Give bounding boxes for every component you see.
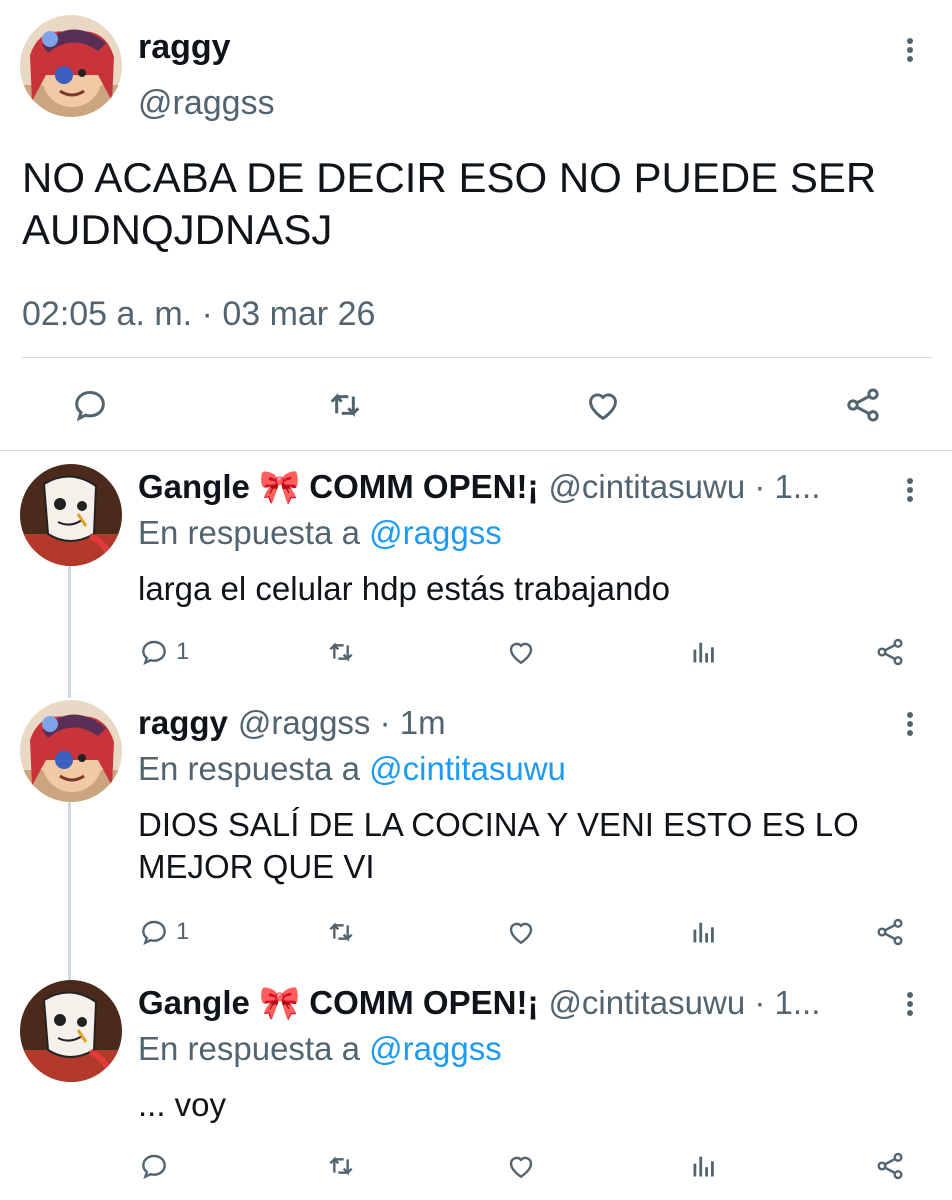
reply-context: En respuesta a @cintitasuwu [138, 750, 566, 788]
more-options-icon[interactable] [900, 36, 920, 66]
author-name[interactable]: raggy [138, 28, 231, 67]
author-handle[interactable]: @raggss · 1m [238, 704, 446, 742]
tweet-text: ... voy [138, 1086, 227, 1123]
author-handle[interactable]: @cintitasuwu · 1... [548, 468, 820, 506]
tweet-text: NO ACABA DE DECIR ESO NO PUEDE SER AUDNQ… [22, 152, 876, 256]
like-icon[interactable] [582, 385, 624, 425]
share-icon[interactable] [843, 385, 883, 425]
author-name[interactable]: raggy [138, 704, 228, 742]
reply-icon [142, 640, 166, 665]
retweet-icon[interactable] [325, 385, 365, 425]
analytics-icon[interactable] [690, 638, 718, 666]
analytics-icon[interactable] [690, 1152, 718, 1180]
reply-context: En respuesta a @raggss [138, 1030, 502, 1068]
author-name[interactable]: Gangle 🎀 COMM OPEN!¡ [138, 468, 538, 507]
tweet-timestamp[interactable]: 02:05 a. m. · 03 mar 26 [22, 295, 375, 334]
reply-icon[interactable] [138, 1150, 170, 1182]
more-options-icon[interactable] [900, 710, 920, 740]
reply-button[interactable]: 1 [138, 636, 189, 668]
tweet-text-line: MEJOR QUE VI [138, 848, 375, 885]
share-icon[interactable] [874, 1150, 906, 1182]
reply-header: raggy @raggss · 1m [138, 704, 878, 742]
thread-line [68, 802, 71, 980]
tweet-text-line: DIOS SALÍ DE LA COCINA Y VENI ESTO ES LO [138, 806, 859, 843]
mention-link[interactable]: @raggss [369, 514, 502, 551]
reply-context: En respuesta a @raggss [138, 514, 502, 552]
author-handle[interactable]: @raggss [138, 84, 275, 123]
divider [22, 357, 932, 358]
reply-icon [142, 920, 166, 945]
avatar[interactable] [20, 700, 122, 802]
tweet-text-line: NO ACABA DE DECIR ESO NO PUEDE SER [22, 154, 877, 201]
reply-count: 1 [176, 638, 190, 665]
mention-link[interactable]: @cintitasuwu [369, 750, 566, 787]
reply-header: Gangle 🎀 COMM OPEN!¡ @cintitasuwu · 1... [138, 468, 878, 507]
retweet-icon[interactable] [324, 636, 358, 668]
mention-link[interactable]: @raggss [369, 1030, 502, 1067]
tweet-text-line: AUDNQJDNASJ [22, 206, 333, 253]
more-options-icon[interactable] [900, 476, 920, 506]
reply-button[interactable]: 1 [138, 916, 189, 948]
reply-prefix: En respuesta a [138, 750, 360, 787]
analytics-icon[interactable] [690, 918, 718, 946]
share-icon[interactable] [874, 636, 906, 668]
like-icon[interactable] [504, 636, 538, 668]
share-icon[interactable] [874, 916, 906, 948]
avatar[interactable] [20, 464, 122, 566]
reply-count: 1 [176, 918, 190, 945]
divider [0, 450, 952, 451]
avatar[interactable] [20, 980, 122, 1082]
retweet-icon[interactable] [324, 916, 358, 948]
tweet-text: larga el celular hdp estás trabajando [138, 570, 671, 607]
author-name[interactable]: Gangle 🎀 COMM OPEN!¡ [138, 984, 538, 1023]
more-options-icon[interactable] [900, 990, 920, 1020]
reply-prefix: En respuesta a [138, 514, 360, 551]
reply-icon[interactable] [70, 385, 110, 425]
thread-line [68, 566, 71, 698]
avatar[interactable] [20, 15, 122, 117]
like-icon[interactable] [504, 1150, 538, 1182]
like-icon[interactable] [504, 916, 538, 948]
tweet-text: DIOS SALÍ DE LA COCINA Y VENI ESTO ES LO… [138, 804, 859, 888]
reply-header: Gangle 🎀 COMM OPEN!¡ @cintitasuwu · 1... [138, 984, 878, 1023]
retweet-icon[interactable] [324, 1150, 358, 1182]
author-handle[interactable]: @cintitasuwu · 1... [548, 984, 820, 1022]
reply-prefix: En respuesta a [138, 1030, 360, 1067]
